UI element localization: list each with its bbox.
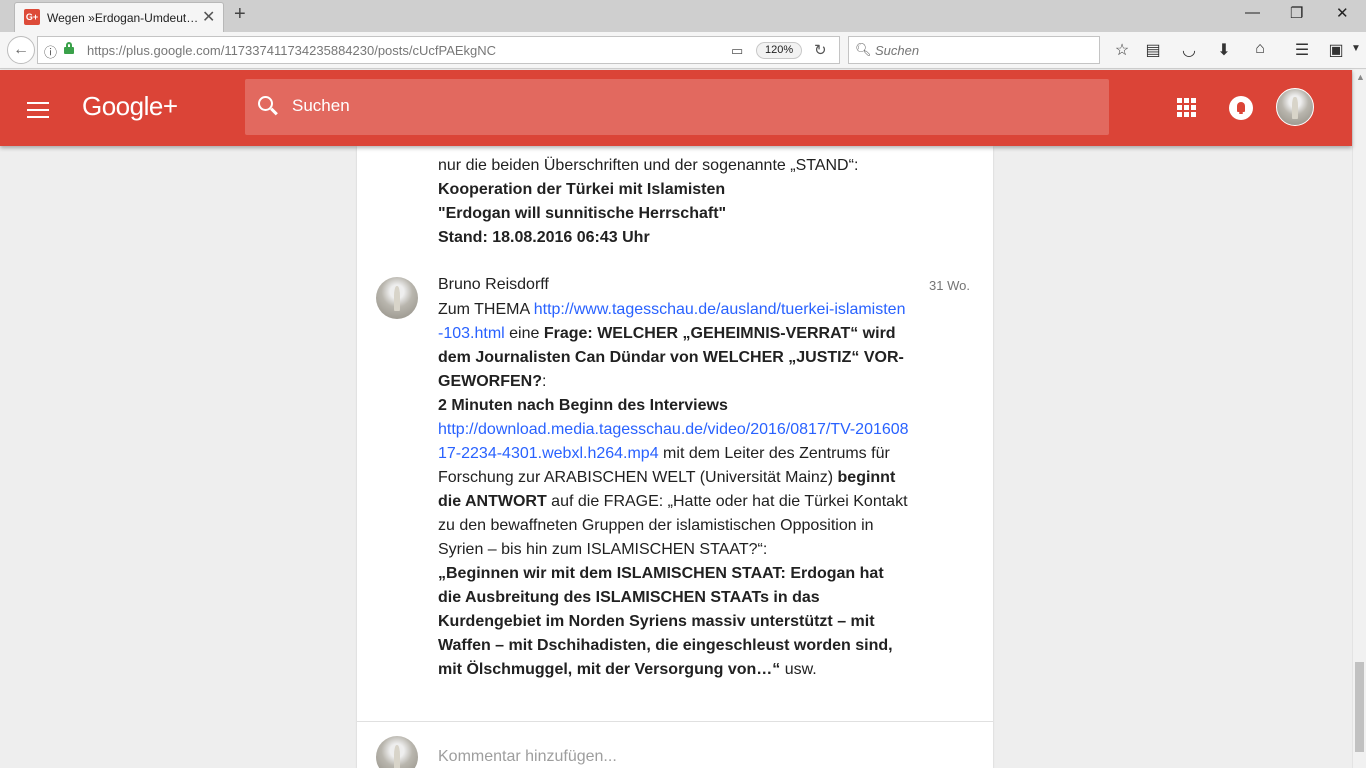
browser-search-box[interactable]: 🔍︎ bbox=[848, 36, 1100, 64]
chevron-down-icon[interactable]: ▼ bbox=[1349, 43, 1363, 54]
scrollbar-thumb[interactable] bbox=[1355, 662, 1364, 752]
previous-comment-line: "Erdogan will sunnitische Herrschaft" bbox=[438, 205, 727, 222]
tab-title: Wegen »Erdogan-Umdeut… bbox=[47, 11, 197, 25]
menu-icon[interactable]: ☰ bbox=[1291, 40, 1313, 60]
tab-close-icon[interactable]: ✕ bbox=[202, 7, 215, 27]
download-icon[interactable]: ⬇ bbox=[1213, 40, 1235, 60]
new-tab-icon[interactable]: + bbox=[234, 3, 246, 26]
restore-icon[interactable]: ❐ bbox=[1290, 4, 1303, 22]
minimize-icon[interactable]: — bbox=[1245, 4, 1260, 21]
current-user-avatar bbox=[376, 736, 418, 768]
post-comments-card: nur die beiden Überschriften und der sog… bbox=[357, 146, 993, 768]
comment-bold-text: „Beginnen wir mit dem ISLAMISCHEN STAAT:… bbox=[438, 565, 893, 678]
comment-author-avatar[interactable] bbox=[376, 277, 418, 319]
url-bar[interactable]: ⓘ https://plus.google.com/11733741173423… bbox=[37, 36, 840, 64]
search-icon bbox=[258, 96, 278, 116]
previous-comment-intro: nur die beiden Überschriften und der sog… bbox=[438, 157, 859, 174]
reader-view-icon[interactable]: ▭ bbox=[731, 43, 743, 59]
apps-grid-icon[interactable] bbox=[1177, 98, 1197, 118]
browser-tab-bar: G+ Wegen »Erdogan-Umdeut… ✕ + — ❐ ✕ bbox=[0, 0, 1366, 32]
notifications-bell-icon[interactable] bbox=[1229, 96, 1253, 120]
browser-search-input[interactable] bbox=[875, 43, 1095, 58]
comment-text: : bbox=[542, 373, 547, 390]
page-scrollbar[interactable]: ▲ bbox=[1352, 70, 1366, 768]
home-icon[interactable]: ⌂ bbox=[1249, 40, 1271, 58]
info-icon[interactable]: ⓘ bbox=[44, 42, 57, 61]
google-plus-search-input[interactable] bbox=[292, 96, 1072, 116]
account-avatar[interactable] bbox=[1276, 88, 1314, 126]
zoom-level[interactable]: 120% bbox=[756, 42, 803, 59]
browser-nav-bar: ← ⓘ https://plus.google.com/117337411734… bbox=[0, 32, 1366, 69]
google-plus-favicon-icon: G+ bbox=[24, 9, 40, 25]
google-plus-search[interactable] bbox=[245, 79, 1109, 135]
close-window-icon[interactable]: ✕ bbox=[1336, 4, 1349, 22]
back-arrow-icon[interactable]: ← bbox=[7, 36, 35, 64]
scroll-up-icon[interactable]: ▲ bbox=[1356, 72, 1365, 82]
previous-comment-line: Kooperation der Türkei mit Islamisten bbox=[438, 181, 726, 198]
reload-icon[interactable]: ↻ bbox=[814, 41, 827, 59]
comment-text: Zum THEMA bbox=[438, 301, 534, 318]
add-comment-input[interactable] bbox=[438, 748, 938, 766]
url-path: /117337411734235884230/posts/cUcfPAEkgNC bbox=[220, 43, 497, 58]
previous-comment-text: nur die beiden Überschriften und der sog… bbox=[438, 154, 908, 250]
google-plus-logo[interactable]: Google+ bbox=[82, 91, 178, 122]
google-plus-header: Google+ bbox=[0, 70, 1352, 146]
url-host: https://plus.google.com bbox=[87, 43, 221, 58]
reading-list-icon[interactable]: ▤ bbox=[1142, 40, 1164, 60]
lock-icon bbox=[64, 42, 74, 54]
divider bbox=[357, 721, 993, 722]
pocket-icon[interactable]: ◡ bbox=[1178, 40, 1200, 60]
comment-timestamp: 31 Wo. bbox=[929, 278, 970, 293]
search-icon: 🔍︎ bbox=[855, 42, 872, 57]
extension-icon[interactable]: ▣ bbox=[1325, 40, 1347, 60]
comment-author[interactable]: Bruno Reisdorff bbox=[438, 276, 549, 294]
comment-text: usw. bbox=[780, 661, 817, 678]
bookmark-star-icon[interactable]: ☆ bbox=[1111, 40, 1133, 60]
url-text[interactable]: https://plus.google.com/1173374117342358… bbox=[87, 43, 496, 58]
comment-body: Zum THEMA http://www.tagesschau.de/ausla… bbox=[438, 298, 910, 682]
previous-comment-line: Stand: 18.08.2016 06:43 Uhr bbox=[438, 229, 650, 246]
browser-tab[interactable]: G+ Wegen »Erdogan-Umdeut… ✕ bbox=[14, 2, 224, 32]
comment-bold-text: 2 Minuten nach Beginn des Interviews bbox=[438, 397, 728, 414]
comment-text: eine bbox=[504, 325, 544, 342]
hamburger-menu-icon[interactable] bbox=[27, 102, 49, 118]
